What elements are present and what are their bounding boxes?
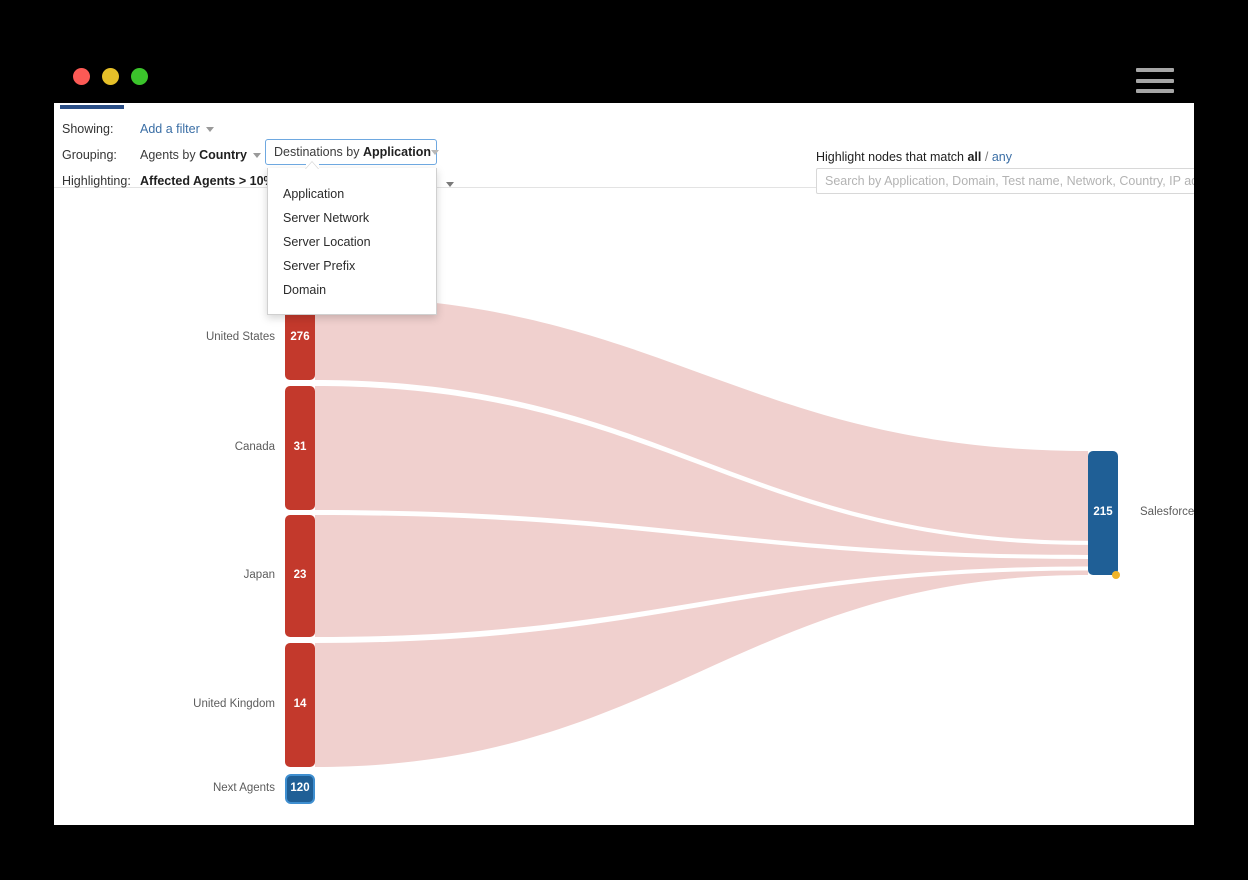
maximize-button[interactable]: [131, 68, 148, 85]
sankey-node-label-japan: Japan: [243, 569, 275, 581]
sankey-node-salesforce[interactable]: [1088, 451, 1118, 575]
highlight-all-option[interactable]: all: [967, 150, 981, 164]
dropdown-notch: [306, 162, 319, 170]
hamburger-bar: [1136, 78, 1174, 83]
sankey-links-layer: [315, 296, 1088, 767]
alert-dot-icon[interactable]: [1112, 571, 1120, 579]
highlighting-value[interactable]: Affected Agents > 10%: [140, 174, 275, 188]
menu-item-server-prefix[interactable]: Server Prefix: [268, 254, 436, 278]
highlight-separator: /: [981, 150, 992, 164]
destinations-grouping-select[interactable]: Destinations by Application: [265, 139, 439, 165]
hamburger-bar: [1136, 68, 1174, 72]
sankey-node-label-united-kingdom: United Kingdom: [193, 698, 275, 710]
agents-grouping-button[interactable]: Agents by Country: [140, 148, 261, 162]
menu-item-server-network[interactable]: Server Network: [268, 206, 436, 230]
destinations-grouping-text: Destinations by Application: [274, 145, 431, 159]
window-controls: [73, 68, 148, 85]
destinations-grouping-menu: Application Server Network Server Locati…: [267, 168, 437, 315]
close-button[interactable]: [73, 68, 90, 85]
menu-item-application[interactable]: Application: [268, 182, 436, 206]
chevron-down-icon: [205, 127, 214, 133]
destinations-grouping-value: Application: [362, 145, 431, 159]
highlight-prefix: Highlight nodes that match: [816, 150, 968, 164]
sankey-node-label-canada: Canada: [234, 441, 275, 453]
menu-item-server-location[interactable]: Server Location: [268, 230, 436, 254]
agents-grouping-value: Country: [199, 148, 247, 162]
sankey-node-label-united-states: United States: [205, 331, 275, 343]
active-tab-indicator: [60, 105, 124, 109]
sankey-chart: 276 United States 31 Canada 23 Japan 14 United …: [54, 189, 1194, 825]
filter-bar: Showing: Add a filter Grouping: Agents b…: [54, 110, 1194, 315]
app-panel: Showing: Add a filter Grouping: Agents b…: [54, 103, 1194, 825]
sankey-node-next-agents[interactable]: [285, 774, 315, 804]
chevron-down-icon: [431, 149, 439, 155]
sankey-node-label-salesforce: Salesforce: [1140, 506, 1194, 518]
minimize-button[interactable]: [102, 68, 119, 85]
sankey-node-label-next-agents: Next Agents: [212, 782, 275, 794]
showing-label: Showing:: [62, 122, 114, 136]
menu-item-domain[interactable]: Domain: [268, 278, 436, 302]
app-window: Showing: Add a filter Grouping: Agents b…: [0, 0, 1248, 880]
sankey-node-united-kingdom[interactable]: [285, 643, 315, 767]
hamburger-icon[interactable]: [1136, 68, 1174, 93]
sankey-node-japan[interactable]: [285, 515, 315, 637]
hamburger-bar: [1136, 89, 1174, 93]
sankey-node-canada[interactable]: [285, 386, 315, 510]
grouping-row: Grouping: Agents by Country: [54, 142, 261, 168]
agents-grouping-prefix: Agents by: [140, 148, 200, 162]
add-filter-button[interactable]: Add a filter: [140, 122, 214, 136]
showing-row: Showing: Add a filter: [54, 116, 214, 142]
destinations-grouping-prefix: Destinations by: [274, 145, 363, 159]
highlighting-chevron-down-icon[interactable]: [446, 182, 454, 187]
chevron-down-icon: [253, 153, 261, 159]
highlighting-label: Highlighting:: [62, 174, 131, 188]
highlight-any-option[interactable]: any: [992, 150, 1012, 164]
add-filter-label: Add a filter: [140, 122, 200, 136]
grouping-label: Grouping:: [62, 148, 117, 162]
window-titlebar: [54, 0, 1194, 103]
highlight-nodes-label: Highlight nodes that match all / any: [816, 150, 1012, 164]
